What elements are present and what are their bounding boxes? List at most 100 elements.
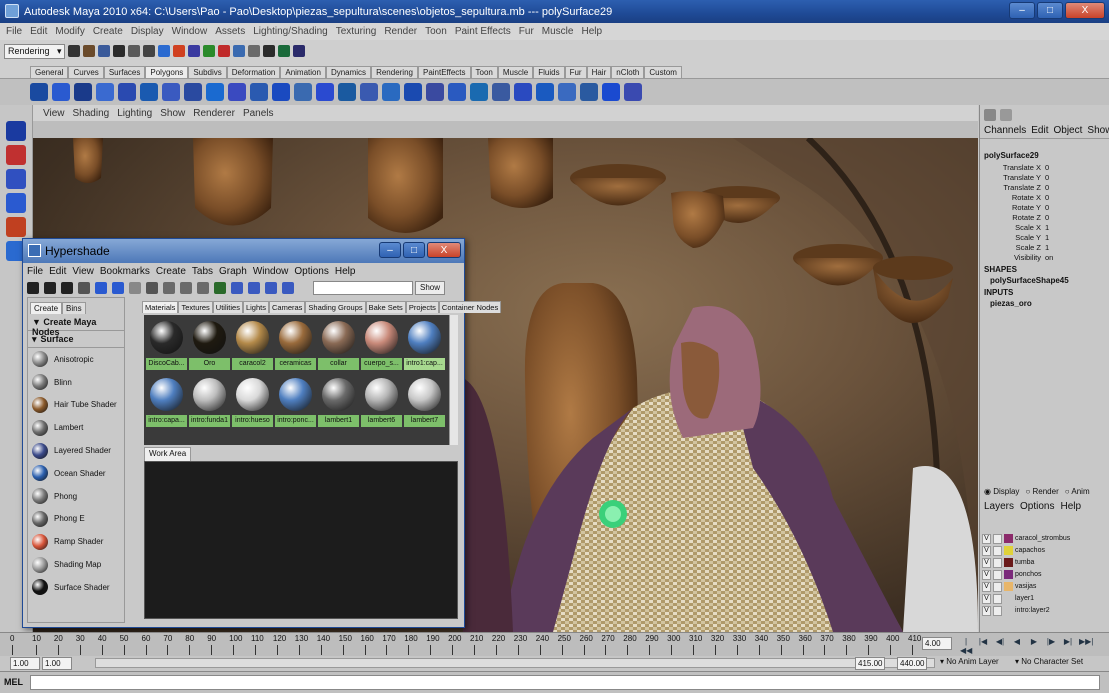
layer-row[interactable]: Vcapachos bbox=[982, 545, 1104, 556]
range-slider-bar[interactable] bbox=[95, 658, 935, 668]
layer-type-toggle[interactable] bbox=[993, 605, 1002, 616]
shelf-tool-icon[interactable] bbox=[558, 83, 576, 101]
hs-menu-create[interactable]: Create bbox=[156, 266, 186, 277]
menu-texturing[interactable]: Texturing bbox=[336, 26, 377, 37]
menu-fur[interactable]: Fur bbox=[519, 26, 534, 37]
attr-value[interactable]: 0 bbox=[1045, 173, 1049, 182]
layer-color-swatch[interactable] bbox=[1004, 558, 1013, 567]
material-swatch[interactable]: lambert1 bbox=[318, 374, 359, 429]
menu-channels[interactable]: Channels bbox=[984, 125, 1026, 136]
hs-menu-edit[interactable]: Edit bbox=[49, 266, 66, 277]
shelf-tool-icon[interactable] bbox=[74, 83, 92, 101]
shelf-tool-icon[interactable] bbox=[162, 83, 180, 101]
material-swatch[interactable]: DiscoCab... bbox=[146, 317, 187, 372]
shelf-tool-icon[interactable] bbox=[30, 83, 48, 101]
hs-tool-icon[interactable] bbox=[146, 282, 158, 294]
playback-control-icon[interactable]: |◀ bbox=[977, 637, 989, 649]
menu-paint-effects[interactable]: Paint Effects bbox=[455, 26, 511, 37]
layer-editor-icon[interactable] bbox=[1000, 109, 1012, 121]
tab-textures[interactable]: Textures bbox=[178, 301, 213, 313]
mel-input[interactable] bbox=[30, 675, 1100, 690]
layer-row[interactable]: Vintro:layer2 bbox=[982, 605, 1104, 616]
attr-value[interactable]: 1 bbox=[1045, 233, 1049, 242]
current-frame-field[interactable]: 4.00 bbox=[922, 637, 952, 650]
playback-control-icon[interactable]: |▶ bbox=[1045, 637, 1057, 649]
shelf-tool-icon[interactable] bbox=[294, 83, 312, 101]
shelf-tool-icon[interactable] bbox=[338, 83, 356, 101]
hs-menu-graph[interactable]: Graph bbox=[219, 266, 247, 277]
tab-container-nodes[interactable]: Container Nodes bbox=[438, 301, 502, 313]
hs-tool-icon[interactable] bbox=[248, 282, 260, 294]
attr-value[interactable]: 0 bbox=[1045, 193, 1049, 202]
hs-menu-window[interactable]: Window bbox=[253, 266, 289, 277]
shelf-tab-dynamics[interactable]: Dynamics bbox=[325, 66, 372, 78]
layer-color-swatch[interactable] bbox=[1004, 594, 1013, 603]
node-anisotropic[interactable]: Anisotropic bbox=[28, 348, 124, 371]
layer-type-toggle[interactable] bbox=[993, 569, 1002, 580]
shelf-tool-icon[interactable] bbox=[492, 83, 510, 101]
layer-row[interactable]: Vcaracol_strombus bbox=[982, 533, 1104, 544]
material-swatch[interactable]: collar bbox=[318, 317, 359, 372]
shelf-tool-icon[interactable] bbox=[580, 83, 598, 101]
shelf-tool-icon[interactable] bbox=[360, 83, 378, 101]
tab-lights[interactable]: Lights bbox=[242, 301, 269, 313]
menu-file[interactable]: File bbox=[6, 26, 22, 37]
shelf-tool-icon[interactable] bbox=[382, 83, 400, 101]
tab-cameras[interactable]: Cameras bbox=[268, 301, 306, 313]
tab-projects[interactable]: Projects bbox=[405, 301, 439, 313]
layer-type-toggle[interactable] bbox=[993, 593, 1002, 604]
playback-end-field[interactable]: 415.00 bbox=[855, 657, 885, 670]
shelf-tool-icon[interactable] bbox=[448, 83, 466, 101]
shelf-tool-icon[interactable] bbox=[118, 83, 136, 101]
layer-row[interactable]: Vlayer1 bbox=[982, 593, 1104, 604]
shelf-tool-icon[interactable] bbox=[206, 83, 224, 101]
layer-row[interactable]: Vtumba bbox=[982, 557, 1104, 568]
node-lambert[interactable]: Lambert bbox=[28, 416, 124, 439]
ipr-render-icon[interactable] bbox=[232, 45, 245, 57]
layer-type-toggle[interactable] bbox=[993, 581, 1002, 592]
material-swatch[interactable]: intro:hueso bbox=[232, 374, 273, 429]
viewport-menu-show[interactable]: Show bbox=[160, 108, 185, 119]
layer-visibility-toggle[interactable]: V bbox=[982, 593, 991, 604]
viewport-menu-lighting[interactable]: Lighting bbox=[117, 108, 152, 119]
shelf-tab-curves[interactable]: Curves bbox=[68, 66, 104, 78]
hs-tool-icon[interactable] bbox=[44, 282, 56, 294]
layer-type-toggle[interactable] bbox=[993, 557, 1002, 568]
hs-menu-help[interactable]: Help bbox=[335, 266, 356, 277]
node-phong-e[interactable]: Phong E bbox=[28, 508, 124, 531]
hs-tool-icon[interactable] bbox=[95, 282, 107, 294]
material-swatch[interactable]: ceramicas bbox=[275, 317, 316, 372]
node-layered-shader[interactable]: Layered Shader bbox=[28, 439, 124, 462]
shelf-tool-icon[interactable] bbox=[602, 83, 620, 101]
layer-type-toggle[interactable] bbox=[993, 533, 1002, 544]
mode-selector[interactable]: Rendering bbox=[4, 43, 65, 59]
material-swatch[interactable]: cuerpo_s... bbox=[361, 317, 402, 372]
radio-render[interactable]: ○ Render bbox=[1025, 487, 1058, 497]
material-swatch[interactable]: lambert6 bbox=[361, 374, 402, 429]
save-scene-icon[interactable] bbox=[97, 45, 110, 57]
attr-value[interactable]: 0 bbox=[1045, 203, 1049, 212]
menu-show[interactable]: Show bbox=[1087, 125, 1109, 136]
create-maya-nodes-header[interactable]: ▼ Create Maya Nodes bbox=[28, 314, 124, 337]
render-icon[interactable] bbox=[217, 45, 230, 57]
menu-edit[interactable]: Edit bbox=[1031, 125, 1048, 136]
render-settings-icon[interactable] bbox=[247, 45, 260, 57]
layer-color-swatch[interactable] bbox=[1004, 582, 1013, 591]
select-object-icon[interactable] bbox=[127, 45, 140, 57]
material-swatch[interactable]: caracol2 bbox=[232, 317, 273, 372]
shelf-tab-muscle[interactable]: Muscle bbox=[497, 66, 534, 78]
shelf-tool-icon[interactable] bbox=[140, 83, 158, 101]
shelf-tool-icon[interactable] bbox=[404, 83, 422, 101]
attr-value[interactable]: 0 bbox=[1045, 213, 1049, 222]
shelf-tool-icon[interactable] bbox=[272, 83, 290, 101]
playback-control-icon[interactable]: |◀◀ bbox=[960, 637, 972, 655]
hs-menu-tabs[interactable]: Tabs bbox=[192, 266, 213, 277]
hs-menu-view[interactable]: View bbox=[72, 266, 94, 277]
select-component-icon[interactable] bbox=[142, 45, 155, 57]
shelf-tool-icon[interactable] bbox=[228, 83, 246, 101]
hs-tool-icon[interactable] bbox=[214, 282, 226, 294]
shelf-tool-icon[interactable] bbox=[184, 83, 202, 101]
material-swatch[interactable]: lambert7 bbox=[404, 374, 445, 429]
rotate-tool-icon[interactable] bbox=[6, 217, 26, 237]
layer-visibility-toggle[interactable]: V bbox=[982, 581, 991, 592]
